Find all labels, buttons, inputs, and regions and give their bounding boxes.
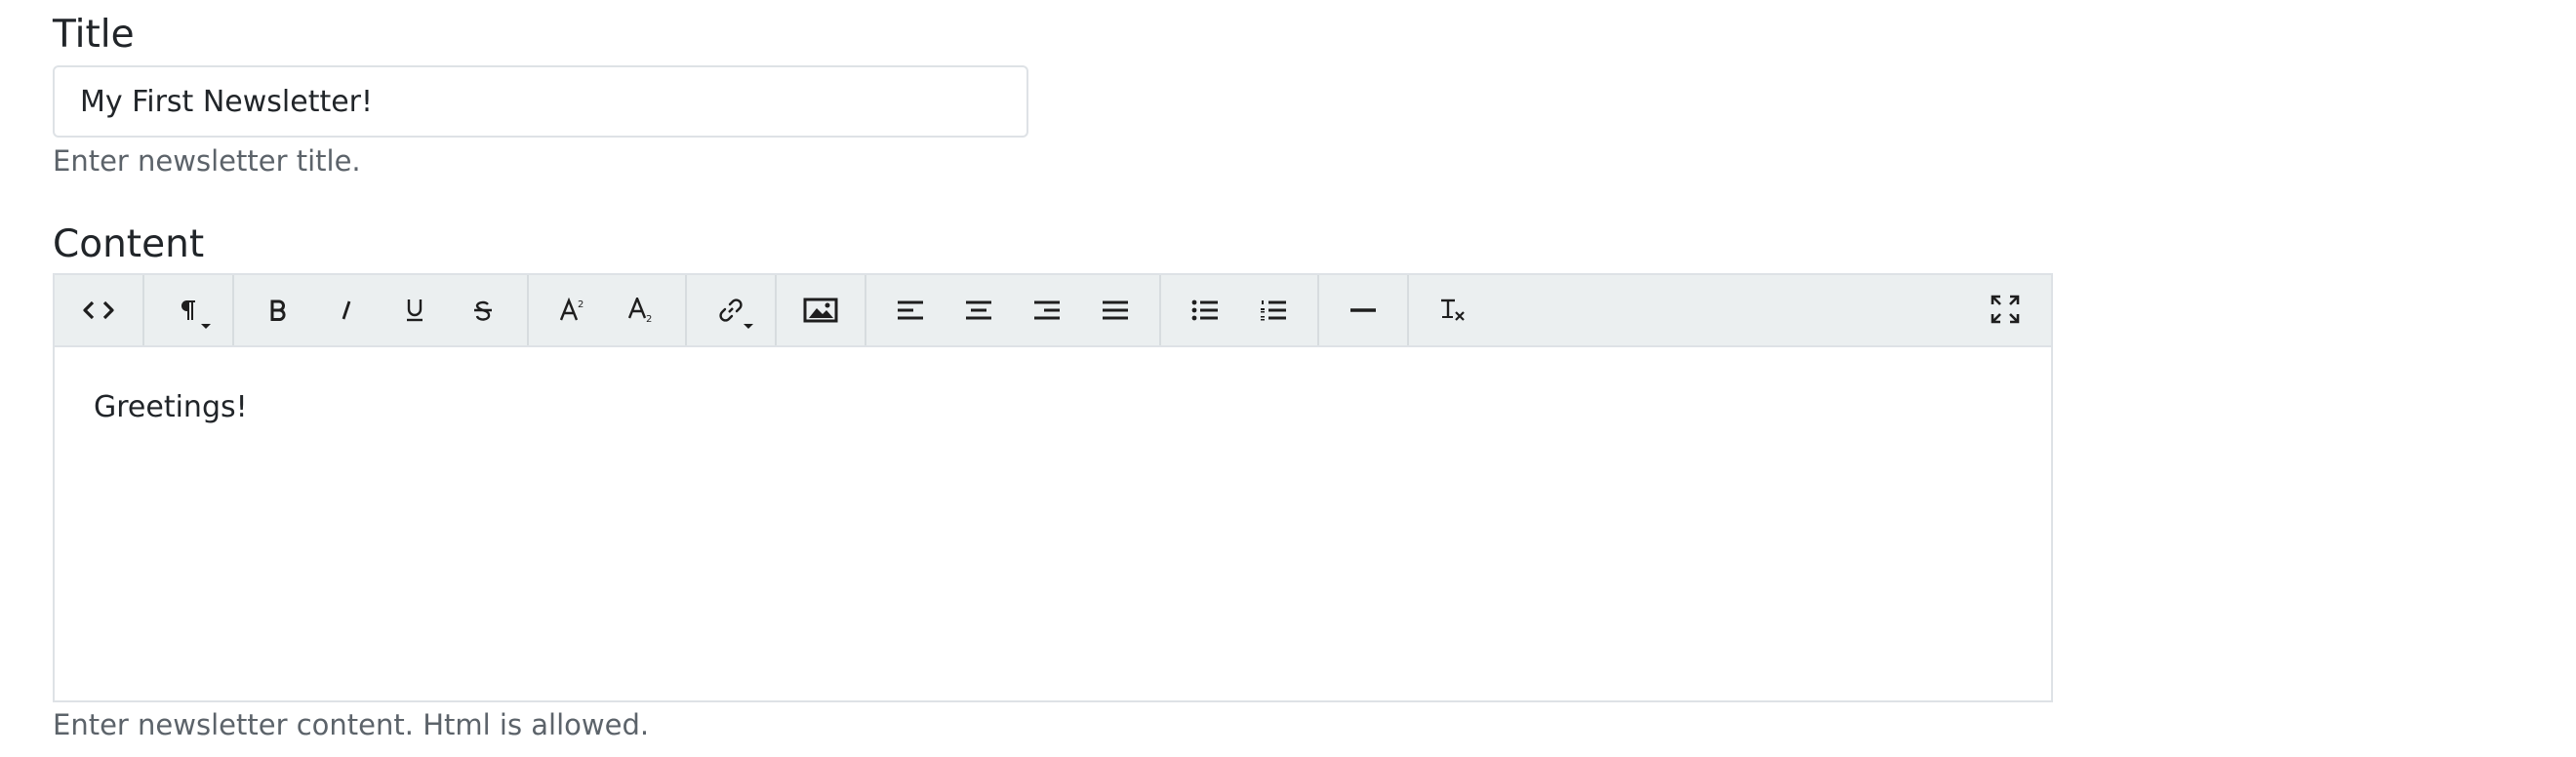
align-left-button[interactable] bbox=[876, 276, 945, 344]
strikethrough-icon bbox=[474, 300, 492, 321]
subscript-icon: 2 bbox=[627, 298, 652, 323]
paragraph-style-button[interactable] bbox=[154, 276, 222, 344]
content-label: Content bbox=[53, 222, 205, 266]
horizontal-rule-icon bbox=[1350, 308, 1376, 312]
image-icon bbox=[803, 298, 838, 323]
svg-text:2: 2 bbox=[578, 299, 584, 310]
strikethrough-button[interactable] bbox=[449, 276, 517, 344]
editor-content-area[interactable]: Greetings! bbox=[55, 347, 2051, 468]
bold-icon bbox=[270, 299, 286, 321]
title-label: Title bbox=[53, 13, 135, 57]
italic-icon bbox=[342, 300, 351, 320]
horizontal-rule-button[interactable] bbox=[1329, 276, 1397, 344]
title-input[interactable] bbox=[53, 65, 1028, 138]
toolbar-group-align bbox=[866, 275, 1161, 345]
editor-toolbar: 2 2 bbox=[55, 275, 2051, 347]
content-help-text: Enter newsletter content. Html is allowe… bbox=[53, 708, 650, 741]
code-view-button[interactable] bbox=[64, 276, 133, 344]
rich-text-editor: 2 2 Greetings! bbox=[53, 273, 2053, 702]
align-justify-button[interactable] bbox=[1081, 276, 1149, 344]
align-center-icon bbox=[966, 300, 991, 320]
align-left-icon bbox=[898, 300, 923, 320]
numbered-list-button[interactable] bbox=[1239, 276, 1308, 344]
title-help-text: Enter newsletter title. bbox=[53, 144, 361, 178]
image-button[interactable] bbox=[786, 276, 855, 344]
editor-body-text: Greetings! bbox=[94, 390, 248, 424]
toolbar-group-media bbox=[777, 275, 866, 345]
underline-button[interactable] bbox=[381, 276, 449, 344]
toolbar-group-clear bbox=[1409, 275, 1497, 345]
toolbar-group-lists bbox=[1161, 275, 1319, 345]
bulleted-list-button[interactable] bbox=[1171, 276, 1239, 344]
clear-formatting-icon bbox=[1441, 299, 1465, 321]
fullscreen-button[interactable] bbox=[1971, 275, 2039, 343]
numbered-list-icon bbox=[1261, 300, 1286, 321]
toolbar-group-view bbox=[55, 275, 144, 345]
fullscreen-icon bbox=[1991, 295, 2020, 324]
chevron-down-icon bbox=[201, 324, 211, 329]
toolbar-group-link bbox=[687, 275, 777, 345]
toolbar-group-script: 2 2 bbox=[529, 275, 687, 345]
underline-icon bbox=[407, 299, 423, 322]
chevron-down-icon bbox=[744, 324, 753, 329]
link-button[interactable] bbox=[697, 276, 765, 344]
link-icon bbox=[719, 299, 743, 322]
superscript-icon: 2 bbox=[559, 298, 584, 321]
toolbar-group-insert bbox=[1319, 275, 1409, 345]
align-right-icon bbox=[1034, 300, 1060, 320]
bulleted-list-icon bbox=[1191, 299, 1218, 321]
toolbar-group-font bbox=[234, 275, 529, 345]
code-view-icon bbox=[83, 300, 114, 320]
toolbar-group-style bbox=[144, 275, 234, 345]
align-center-button[interactable] bbox=[945, 276, 1013, 344]
superscript-button[interactable]: 2 bbox=[539, 276, 607, 344]
clear-formatting-button[interactable] bbox=[1419, 276, 1487, 344]
align-justify-icon bbox=[1103, 300, 1128, 320]
svg-text:2: 2 bbox=[646, 314, 652, 323]
italic-button[interactable] bbox=[312, 276, 381, 344]
align-right-button[interactable] bbox=[1013, 276, 1081, 344]
subscript-button[interactable]: 2 bbox=[607, 276, 675, 344]
bold-button[interactable] bbox=[244, 276, 312, 344]
paragraph-style-icon bbox=[181, 300, 195, 320]
